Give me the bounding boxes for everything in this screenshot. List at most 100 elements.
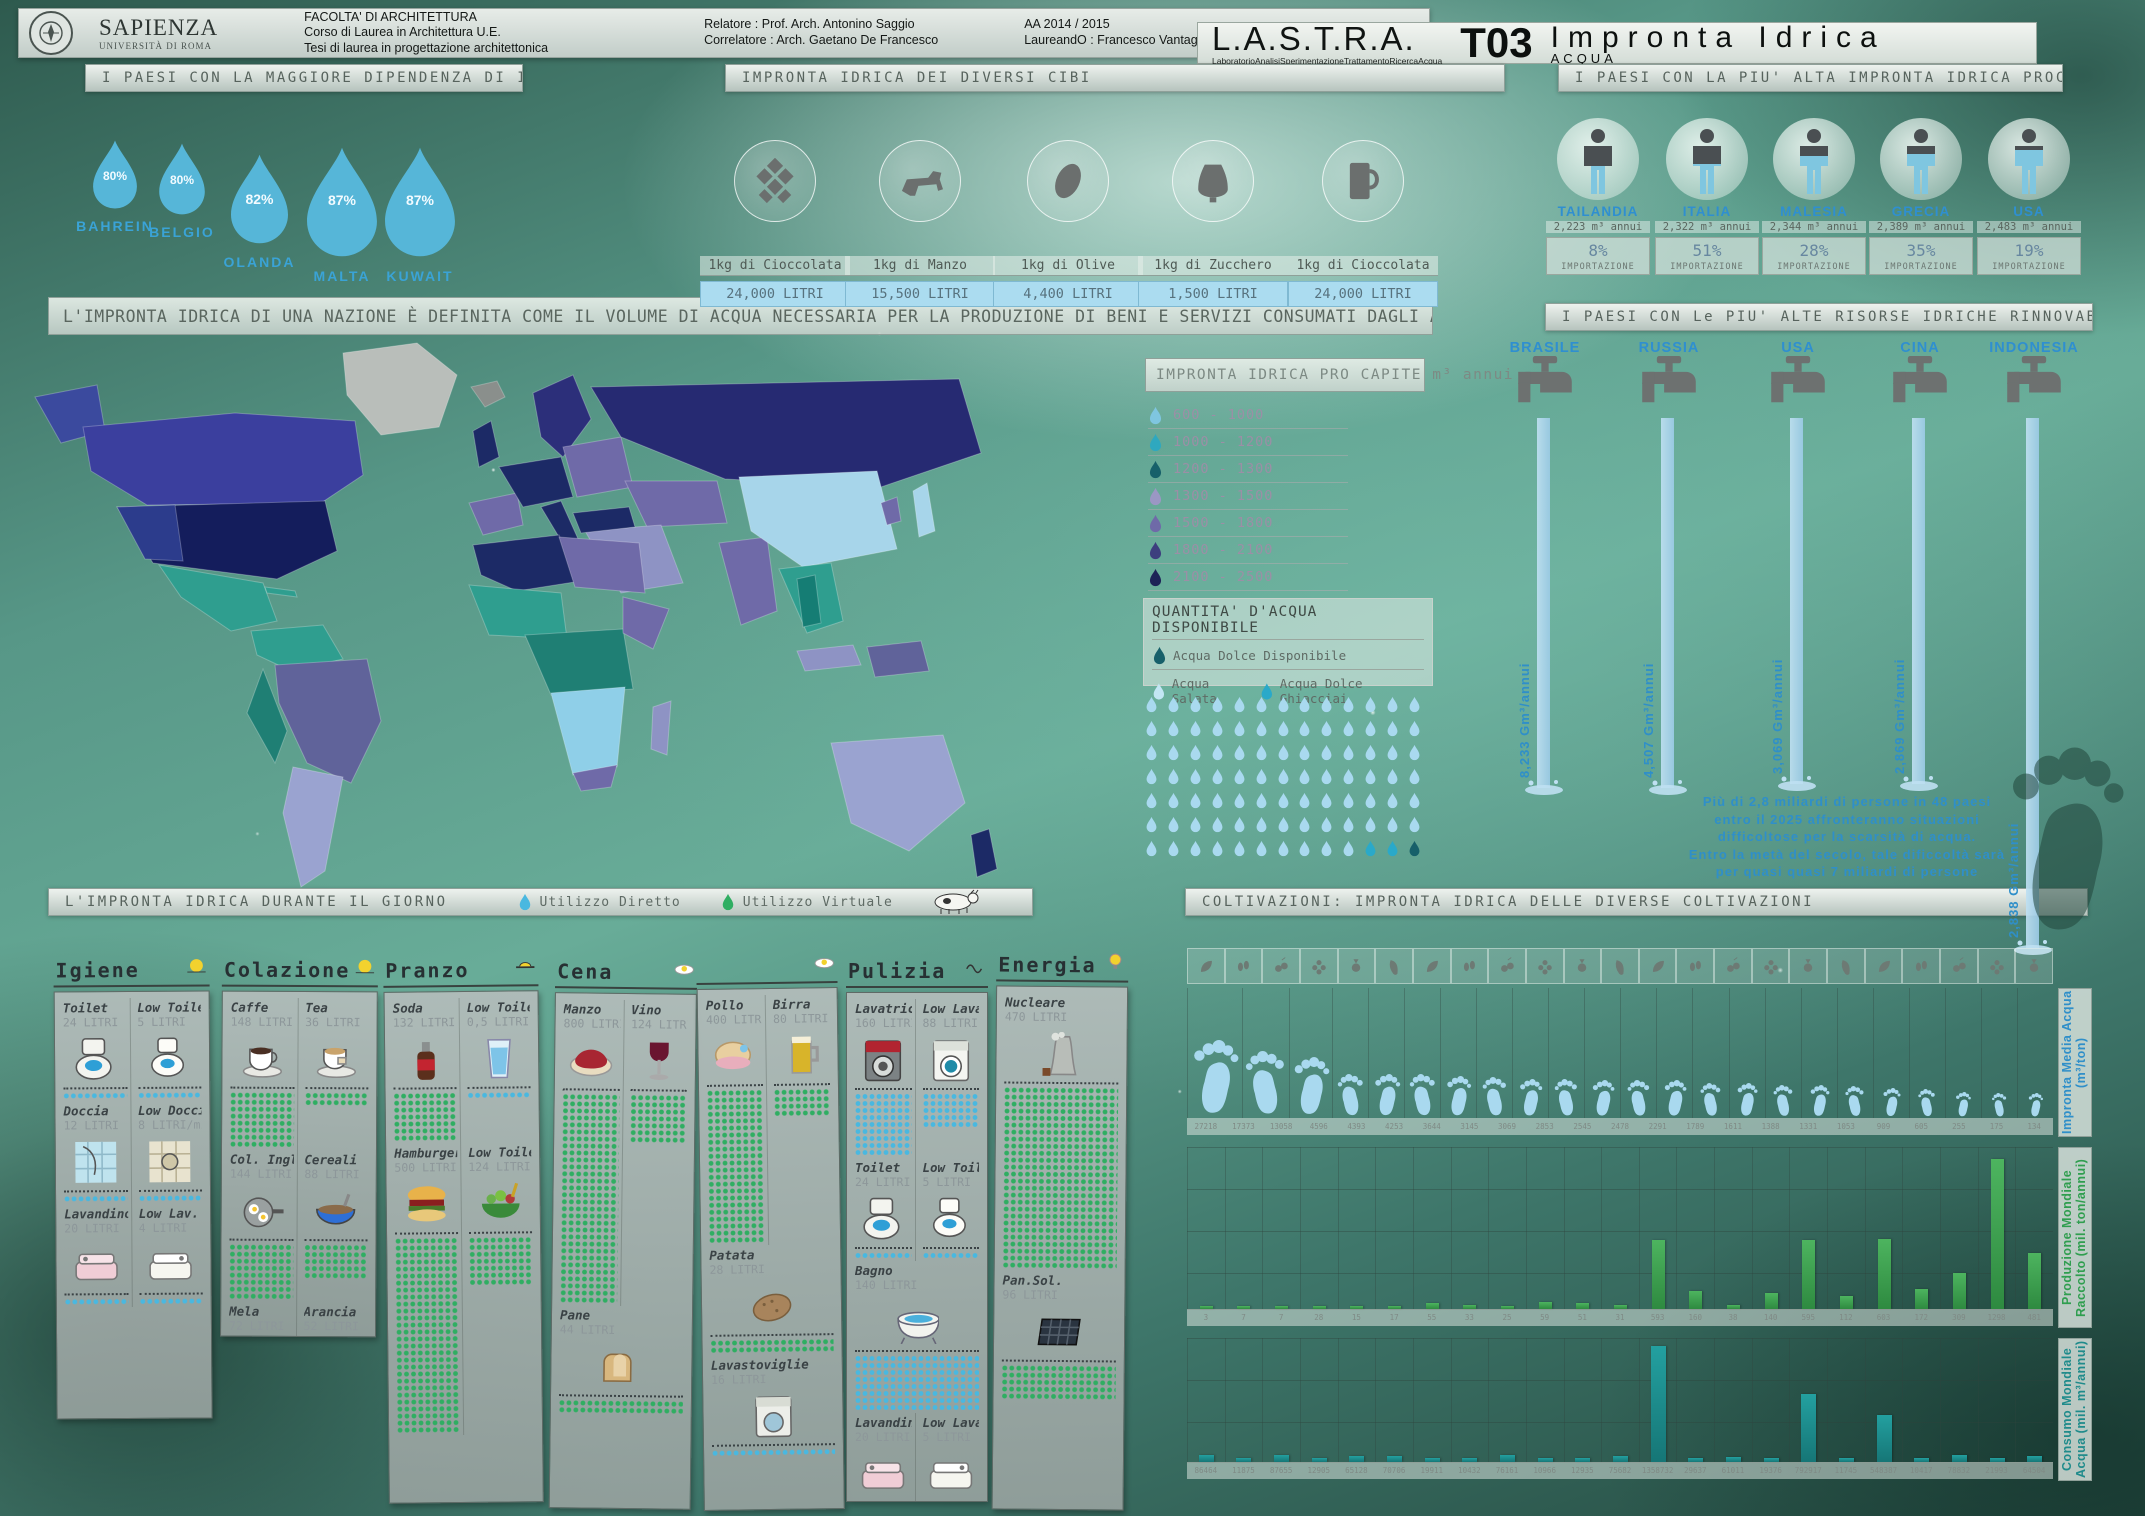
consumo-bar xyxy=(1274,1455,1289,1462)
drop-icon xyxy=(1255,696,1268,713)
day-item-value: 20 LITRI xyxy=(64,1221,128,1235)
drop-dot-grid xyxy=(139,1298,203,1305)
potato-icon xyxy=(710,1279,834,1333)
legend-row: 1500 - 1800 xyxy=(1148,510,1348,537)
drop-dot-grid xyxy=(855,1093,912,1156)
day-panel-energia: EnergiaNucleare470 LITRIPan.Sol.96 LITRI xyxy=(992,950,1129,1510)
footprint-cell xyxy=(1873,988,1909,1118)
grid-drop xyxy=(1167,744,1189,765)
day-item-label: Doccia xyxy=(63,1103,127,1118)
grid-drop xyxy=(1145,768,1167,789)
day-panel-title: Igiene xyxy=(53,955,209,987)
lab-title: L.A.S.T.R.A. xyxy=(1212,20,1442,58)
consumo-bar xyxy=(1801,1394,1816,1462)
day-item-card: Toilet24 LITRI xyxy=(852,1158,916,1261)
day-item-label: Pane xyxy=(560,1307,684,1324)
crop-icon xyxy=(1639,948,1677,984)
day-item-value: 80 LITRI xyxy=(773,1011,829,1026)
food-label: 1kg di Zucchero xyxy=(1138,256,1288,276)
legend-range: 2100 - 2500 xyxy=(1173,569,1273,585)
day-row: Lavandino20 LITRILow Lavand.5 LITRI xyxy=(852,1413,982,1502)
produzione-bar xyxy=(1539,1302,1552,1309)
grid-drop xyxy=(1189,744,1211,765)
day-panel-title-text: Pranzo xyxy=(385,958,469,983)
renewable-country-name: INDONESIA xyxy=(1974,340,2094,356)
drop-icon xyxy=(1386,768,1399,785)
university-block: SAPIENZA UNIVERSITÀ DI ROMA xyxy=(99,15,218,51)
sink2-icon xyxy=(923,1448,980,1500)
day-item-card: Birra80 LITRI xyxy=(770,994,835,1245)
day-item-value: 160 LITRI xyxy=(855,1016,912,1030)
egg-icon xyxy=(673,958,695,985)
renewable-country-name: RUSSIA xyxy=(1609,340,1729,356)
drop-icon xyxy=(1298,816,1311,833)
university-name: SAPIENZA xyxy=(99,15,218,41)
footprint-value: 2478 xyxy=(1601,1118,1639,1135)
produzione-bar xyxy=(1840,1296,1853,1309)
board-title-block: Impronta Idrica ACQUA xyxy=(1551,21,1886,66)
footprint-icon xyxy=(1954,1092,1972,1118)
egg-icon xyxy=(813,951,835,978)
day-item-label: Low Lav. xyxy=(139,1206,203,1221)
relatore: Relatore : Prof. Arch. Antonino Saggio xyxy=(704,17,938,33)
drop-dot-grid xyxy=(774,1088,830,1117)
drop-icon xyxy=(1233,768,1246,785)
person-icon-circle xyxy=(1988,118,2070,200)
crop-icon xyxy=(1338,948,1376,984)
import-drop: 87%KUWAIT xyxy=(374,142,466,266)
row-label-impronta: Impronta Media Acqua (m³/ton) xyxy=(2058,988,2092,1137)
day-item-value: 72 LITRI xyxy=(229,1319,293,1333)
drop-icon xyxy=(1189,792,1202,809)
grid-drop xyxy=(1255,720,1277,741)
procapite-value: 2,223 m³ annui xyxy=(1546,221,1650,233)
procapite-title: I PAESI CON LA PIU' ALTA IMPRONTA IDRICA… xyxy=(1558,64,2063,92)
day-item-card: Low Toilet5 LITRI xyxy=(920,1158,983,1261)
drop-icon xyxy=(1189,816,1202,833)
produzione-value: 593 xyxy=(1639,1309,1677,1326)
consumo-bar xyxy=(1199,1455,1214,1462)
footprint-cell xyxy=(1476,988,1512,1118)
ruler-dotted-line xyxy=(468,1086,531,1089)
consumo-bar-cell xyxy=(1413,1338,1451,1462)
consumo-bar-cell xyxy=(1639,1338,1677,1462)
splash xyxy=(1523,778,1565,800)
world-map xyxy=(25,335,1105,895)
bulb-icon xyxy=(1104,950,1126,977)
day-item-card: Low Lavatr.88 LITRI xyxy=(920,999,983,1158)
grid-drop xyxy=(1255,792,1277,813)
grid-drop xyxy=(1255,768,1277,789)
produzione-bar-cell xyxy=(1300,1147,1338,1309)
import-drop: 82%OLANDA xyxy=(222,150,297,252)
day-item-label: Soda xyxy=(393,1000,456,1016)
day-panel-title-text: Igiene xyxy=(55,958,139,983)
sun-icon xyxy=(185,954,207,981)
day-item-card: Pollo400 LITRI xyxy=(703,995,769,1246)
washer-icon xyxy=(855,1034,912,1086)
renewable-country: CINA xyxy=(1860,340,1980,416)
day-item-label: Low Doccia xyxy=(138,1103,202,1118)
day-item-value: 36 LITRI xyxy=(305,1015,369,1029)
day-panel-pranzo: PranzoSoda132 LITRILow Toilet0,5 LITRIHa… xyxy=(383,955,544,1504)
burger-icon xyxy=(394,1178,458,1231)
renewable-country-name: BRASILE xyxy=(1485,340,1605,356)
procapite-item: MALESIA2,344 m³ annui28%IMPORTAZIONE xyxy=(1762,118,1866,275)
day-row: Hamburger500 LITRILow Toilet124 LITRI xyxy=(391,1142,537,1435)
grid-drop xyxy=(1233,816,1255,837)
produzione-bar xyxy=(1689,1291,1702,1309)
footprint-value: 4596 xyxy=(1300,1118,1338,1135)
drop-icon xyxy=(1255,792,1268,809)
legend-row: 1300 - 1500 xyxy=(1148,483,1348,510)
grid-drop xyxy=(1211,816,1233,837)
food-label: 1kg di Cioccolata xyxy=(700,256,850,276)
footprint-icon xyxy=(1188,1040,1242,1118)
thesis: Tesi di laurea in progettazione architet… xyxy=(304,41,548,57)
day-row: Mela72 LITRIArancia52 LITRI xyxy=(226,1302,371,1338)
food-label: 1kg di Olive xyxy=(993,256,1143,276)
day-panel-title: Cena xyxy=(555,957,697,990)
grid-drop xyxy=(1189,792,1211,813)
procapite-country: GRECIA xyxy=(1869,204,1973,219)
grid-drop xyxy=(1386,840,1408,861)
day-panel-title: Pranzo xyxy=(383,955,538,988)
map-brazil xyxy=(275,659,381,783)
drop-icon xyxy=(1342,696,1355,713)
